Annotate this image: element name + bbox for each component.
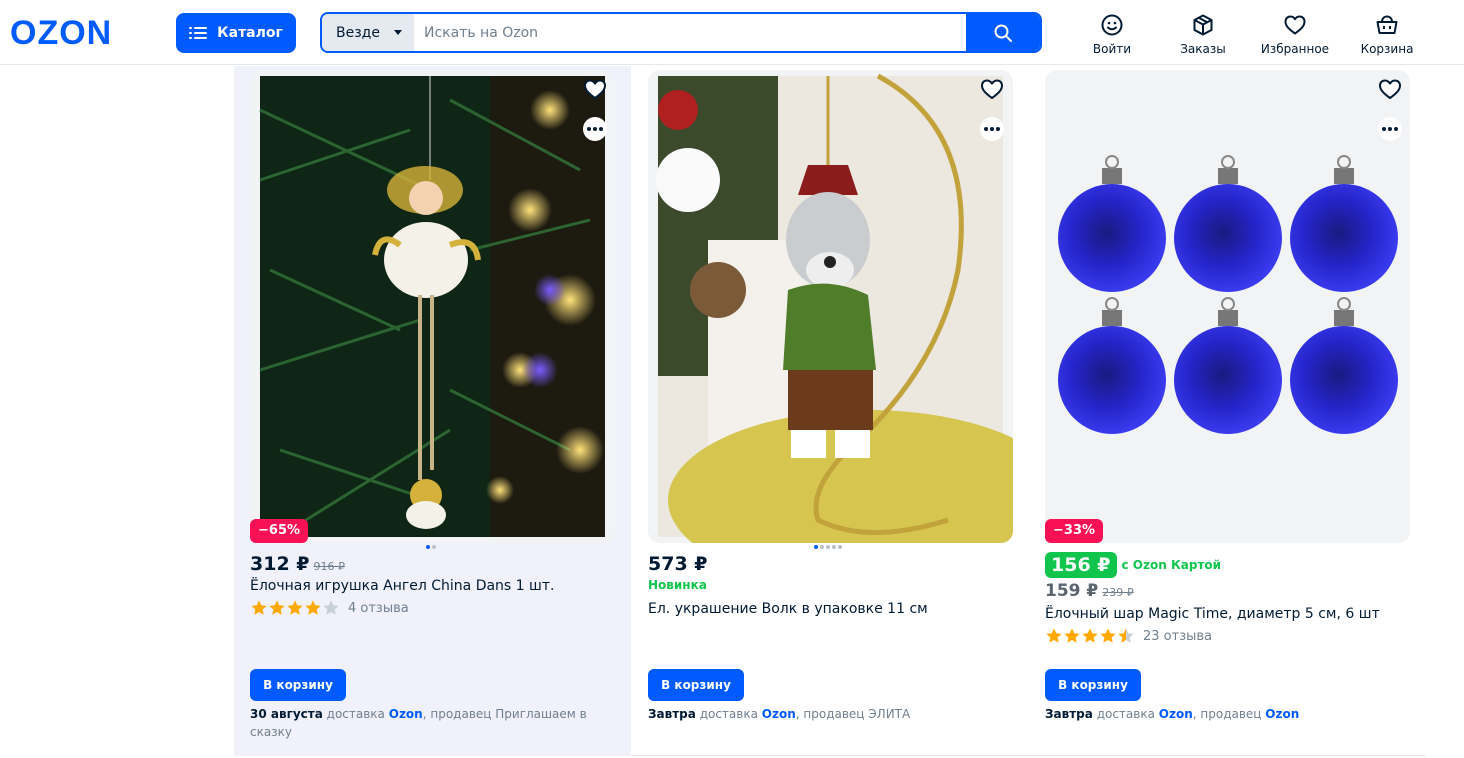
search-bar: Везде: [320, 12, 1042, 53]
product-price: 159 ₽239 ₽: [1045, 581, 1134, 601]
product-title[interactable]: Ёлочный шар Magic Time, диаметр 5 см, 6 …: [1045, 606, 1380, 622]
product-card[interactable]: −65% 312 ₽916 ₽ Ёлочная игрушка Ангел Ch…: [234, 66, 631, 756]
product-price: 312 ₽916 ₽: [250, 553, 345, 575]
catalog-button[interactable]: Каталог: [176, 13, 296, 53]
delivery-date: Завтра: [648, 707, 696, 721]
search-icon: [994, 24, 1012, 42]
heart-icon[interactable]: [1377, 76, 1403, 102]
delivery-info: Завтра доставка Ozon, продавец Ozon: [1045, 705, 1395, 723]
chevron-down-icon: [394, 30, 402, 35]
heart-icon[interactable]: [582, 76, 608, 102]
delivery-word: доставка: [1096, 707, 1155, 721]
face-icon: [1101, 14, 1123, 36]
product-image[interactable]: [250, 70, 615, 543]
product-card[interactable]: 573 ₽ Новинка Ел. украшение Волк в упако…: [631, 66, 1028, 756]
nav-cart[interactable]: Корзина: [1347, 13, 1427, 56]
add-to-cart-button[interactable]: В корзину: [1045, 669, 1141, 701]
discount-badge: −33%: [1045, 519, 1104, 543]
heart-icon[interactable]: [979, 76, 1005, 102]
product-title[interactable]: Ёлочная игрушка Ангел China Dans 1 шт.: [250, 578, 554, 594]
seller-info: , продавец ЭЛИТА: [795, 707, 911, 721]
image-pagination[interactable]: [426, 545, 436, 549]
blue-balls-photo: [1058, 155, 1398, 434]
product-rating: 23 отзыва: [1045, 627, 1212, 645]
delivery-info: 30 августа доставка Ozon, продавец Пригл…: [250, 705, 600, 741]
wolf-ornament-photo: [656, 73, 1013, 543]
discount-badge: −65%: [250, 519, 309, 543]
seller-link[interactable]: Ozon: [1265, 707, 1299, 721]
star-icon: [1046, 628, 1062, 643]
nav-orders-label: Заказы: [1180, 42, 1226, 56]
star-icon: [305, 600, 321, 615]
image-pagination[interactable]: [814, 545, 842, 549]
delivery-by-link[interactable]: Ozon: [762, 707, 796, 721]
star-icon: [269, 600, 285, 615]
heart-icon: [1284, 15, 1306, 35]
star-icon: [287, 600, 303, 615]
star-icon: [1100, 628, 1116, 643]
catalog-label: Каталог: [217, 25, 283, 41]
header: OZON Каталог Везде Войти Заказы Избранно…: [0, 0, 1464, 65]
product-price: 573 ₽: [648, 553, 708, 575]
nav-favorites[interactable]: Избранное: [1255, 13, 1335, 56]
star-icon: [1118, 628, 1134, 643]
product-image[interactable]: [1045, 70, 1410, 543]
star-icon: [1064, 628, 1080, 643]
product-card[interactable]: −33% 156 ₽ с Ozon Картой 159 ₽239 ₽ Ёлоч…: [1028, 66, 1425, 756]
ozon-card-price: 156 ₽ с Ozon Картой: [1045, 552, 1221, 578]
search-scope-select[interactable]: Везде: [322, 14, 414, 51]
delivery-date: 30 августа: [250, 707, 323, 721]
ozon-card-price-label[interactable]: с Ozon Картой: [1122, 558, 1222, 572]
review-count[interactable]: 23 отзыва: [1143, 629, 1212, 644]
seller-info: , продавец: [1192, 707, 1266, 721]
old-price: 239 ₽: [1102, 586, 1134, 599]
star-icons: [1045, 627, 1135, 645]
add-to-cart-button[interactable]: В корзину: [250, 669, 346, 701]
new-badge: Новинка: [648, 578, 707, 592]
current-price: 159 ₽: [1045, 581, 1099, 601]
nav-favorites-label: Избранное: [1260, 42, 1330, 56]
ozon-logo[interactable]: OZON: [10, 16, 112, 50]
delivery-by-link[interactable]: Ozon: [389, 707, 423, 721]
product-title[interactable]: Ел. украшение Волк в упаковке 11 см: [648, 601, 928, 617]
ozon-card-price-value: 156 ₽: [1045, 552, 1117, 578]
review-count[interactable]: 4 отзыва: [348, 601, 409, 616]
star-icons: [250, 599, 340, 617]
delivery-word: доставка: [326, 707, 385, 721]
nav-orders[interactable]: Заказы: [1163, 13, 1243, 56]
search-input[interactable]: [414, 14, 966, 51]
delivery-word: доставка: [699, 707, 758, 721]
star-icon: [1082, 628, 1098, 643]
nav-cart-label: Корзина: [1360, 42, 1414, 56]
more-options-icon[interactable]: [583, 117, 607, 141]
search-button[interactable]: [966, 14, 1040, 51]
nav-login-label: Войти: [1092, 42, 1132, 56]
menu-icon: [189, 26, 208, 40]
current-price: 573 ₽: [648, 553, 708, 575]
delivery-by-link[interactable]: Ozon: [1159, 707, 1193, 721]
old-price: 916 ₽: [313, 560, 346, 573]
angel-ornament-photo: [259, 76, 605, 537]
add-to-cart-button[interactable]: В корзину: [648, 669, 744, 701]
delivery-info: Завтра доставка Ozon, продавец ЭЛИТА: [648, 705, 998, 723]
more-options-icon[interactable]: [1378, 117, 1402, 141]
current-price: 312 ₽: [250, 553, 310, 575]
box-icon: [1193, 14, 1213, 36]
product-image[interactable]: [648, 70, 1013, 543]
delivery-date: Завтра: [1045, 707, 1093, 721]
more-options-icon[interactable]: [980, 117, 1004, 141]
search-scope-value: Везде: [336, 24, 380, 41]
product-rating: 4 отзыва: [250, 599, 409, 617]
star-icon: [323, 600, 339, 615]
nav-login[interactable]: Войти: [1072, 13, 1152, 56]
star-icon: [251, 600, 267, 615]
basket-icon: [1376, 15, 1398, 34]
